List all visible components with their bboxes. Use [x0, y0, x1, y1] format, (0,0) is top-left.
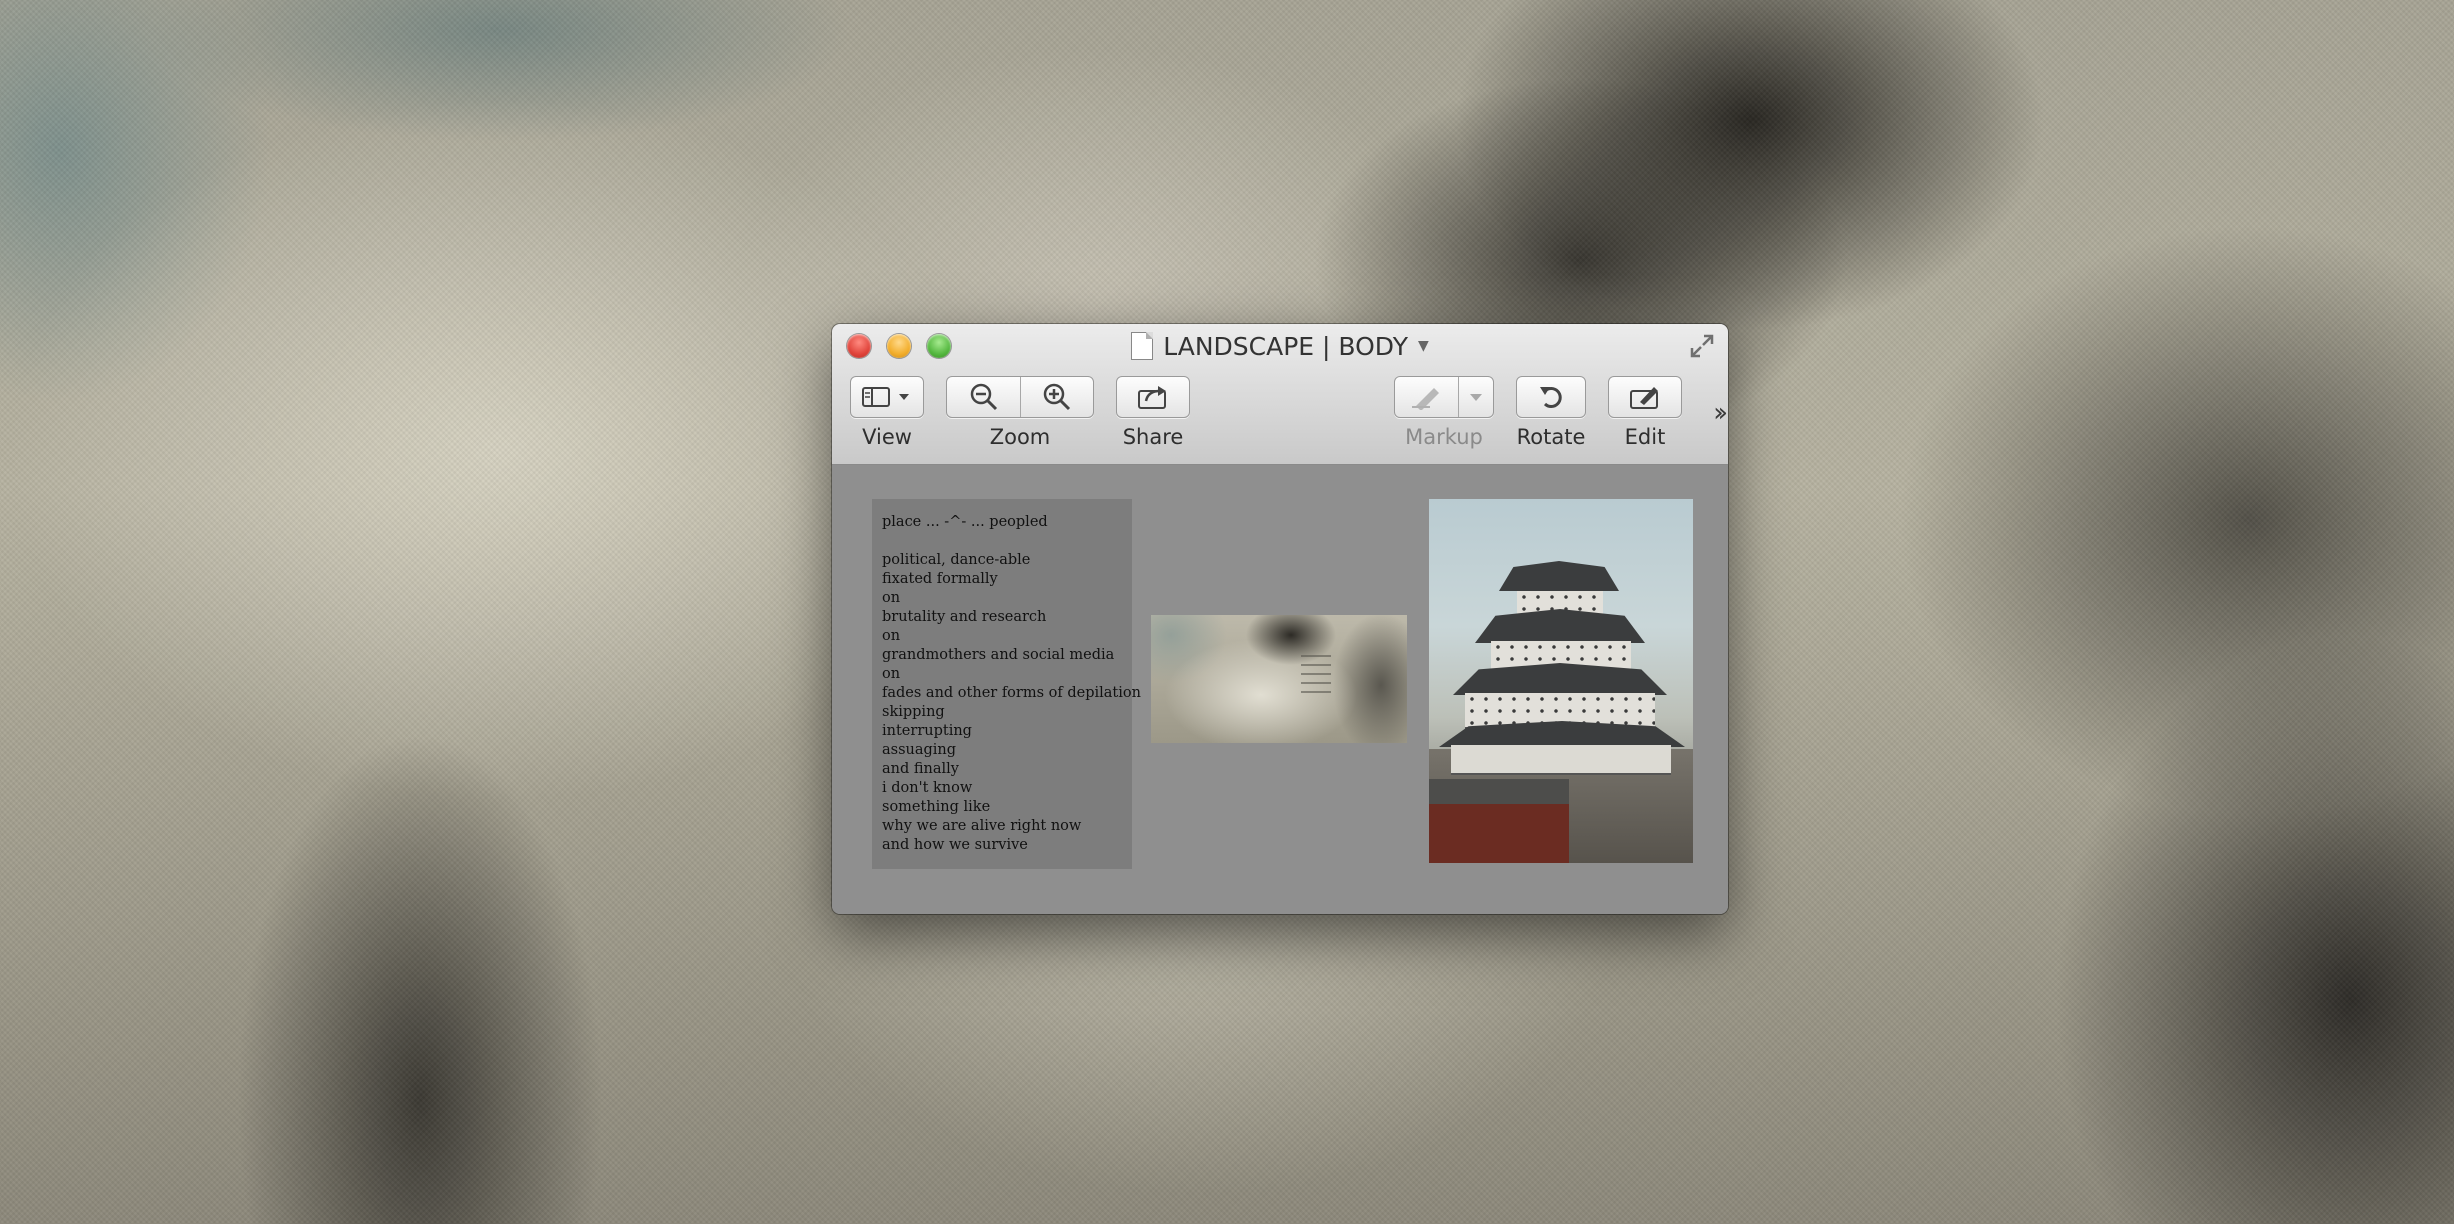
share-icon [1117, 377, 1189, 417]
poem-line: i don't know [882, 780, 973, 796]
poem-line: why we are alive right now [882, 818, 1082, 834]
double-chevron-right-icon[interactable]: ›› [1713, 398, 1728, 428]
share-label: Share [1122, 425, 1184, 449]
castle-wall-bottom [1451, 745, 1671, 775]
markup-label: Markup [1405, 425, 1483, 449]
chevron-down-icon[interactable] [1458, 377, 1493, 417]
rotate-icon [1517, 377, 1585, 417]
share-button[interactable] [1116, 376, 1190, 418]
zoom-group: Zoom [946, 376, 1094, 449]
view-group: View [850, 376, 924, 449]
poem-line: fixated formally [882, 571, 998, 587]
edit-group: Edit [1608, 376, 1682, 449]
zoom-control [946, 376, 1094, 418]
chevron-down-icon[interactable]: ▼ [1418, 338, 1429, 354]
zoom-out-icon [970, 383, 997, 411]
zoom-in-button[interactable] [1020, 377, 1093, 417]
rotate-button[interactable] [1516, 376, 1586, 418]
text-page[interactable]: place ... -^- ... peopled political, danc… [872, 499, 1141, 869]
markup-button[interactable] [1394, 376, 1494, 418]
edit-button[interactable] [1608, 376, 1682, 418]
poem-line: political, dance-able [882, 552, 1031, 568]
window-titlebar: LANDSCAPE | BODY ▼ View Zoom Share Marku… [832, 324, 1728, 465]
castle-roof-top [1499, 561, 1619, 591]
poem-text: place ... -^- ... peopled political, danc… [882, 513, 1141, 855]
rotate-label: Rotate [1516, 425, 1586, 449]
view-label: View [862, 425, 912, 449]
poem-line: skipping [882, 704, 945, 720]
preview-window: LANDSCAPE | BODY ▼ View Zoom Share Marku… [832, 324, 1728, 914]
markup-group: Markup [1394, 376, 1494, 449]
zoom-label: Zoom [989, 425, 1051, 449]
torso-photo[interactable] [1151, 615, 1407, 743]
edit-label: Edit [1624, 425, 1666, 449]
share-group: Share [1116, 376, 1190, 449]
castle-roof-lower [1453, 663, 1667, 695]
poem-line: grandmothers and social media [882, 647, 1115, 663]
poem-line: and how we survive [882, 837, 1028, 853]
view-button[interactable] [850, 376, 924, 418]
window-title: LANDSCAPE | BODY [1163, 331, 1408, 361]
poem-line: on [882, 590, 901, 606]
poem-line: on [882, 666, 901, 682]
poem-line [882, 532, 1132, 551]
poem-line: assuaging [882, 742, 957, 758]
poem-line: place ... -^- ... peopled [882, 514, 1048, 530]
poem-line: fades and other forms of depilation [882, 685, 1141, 701]
window-title-area[interactable]: LANDSCAPE | BODY ▼ [832, 328, 1728, 364]
markup-pen-icon [1395, 377, 1458, 417]
edit-toolbox-icon [1609, 377, 1681, 417]
fullscreen-icon[interactable] [1688, 332, 1716, 360]
rotate-group: Rotate [1516, 376, 1586, 449]
zoom-in-icon [1043, 383, 1071, 411]
poem-line: on [882, 628, 901, 644]
sidebar-icon [851, 377, 923, 417]
poem-line: and finally [882, 761, 959, 777]
castle-roof-middle [1475, 609, 1645, 643]
castle-photo[interactable] [1429, 499, 1693, 863]
castle-foreground-house [1429, 779, 1569, 863]
document-icon [1131, 332, 1154, 360]
zoom-out-button[interactable] [947, 377, 1020, 417]
poem-line: something like [882, 799, 991, 815]
poem-line: interrupting [882, 723, 972, 739]
poem-line: brutality and research [882, 609, 1047, 625]
